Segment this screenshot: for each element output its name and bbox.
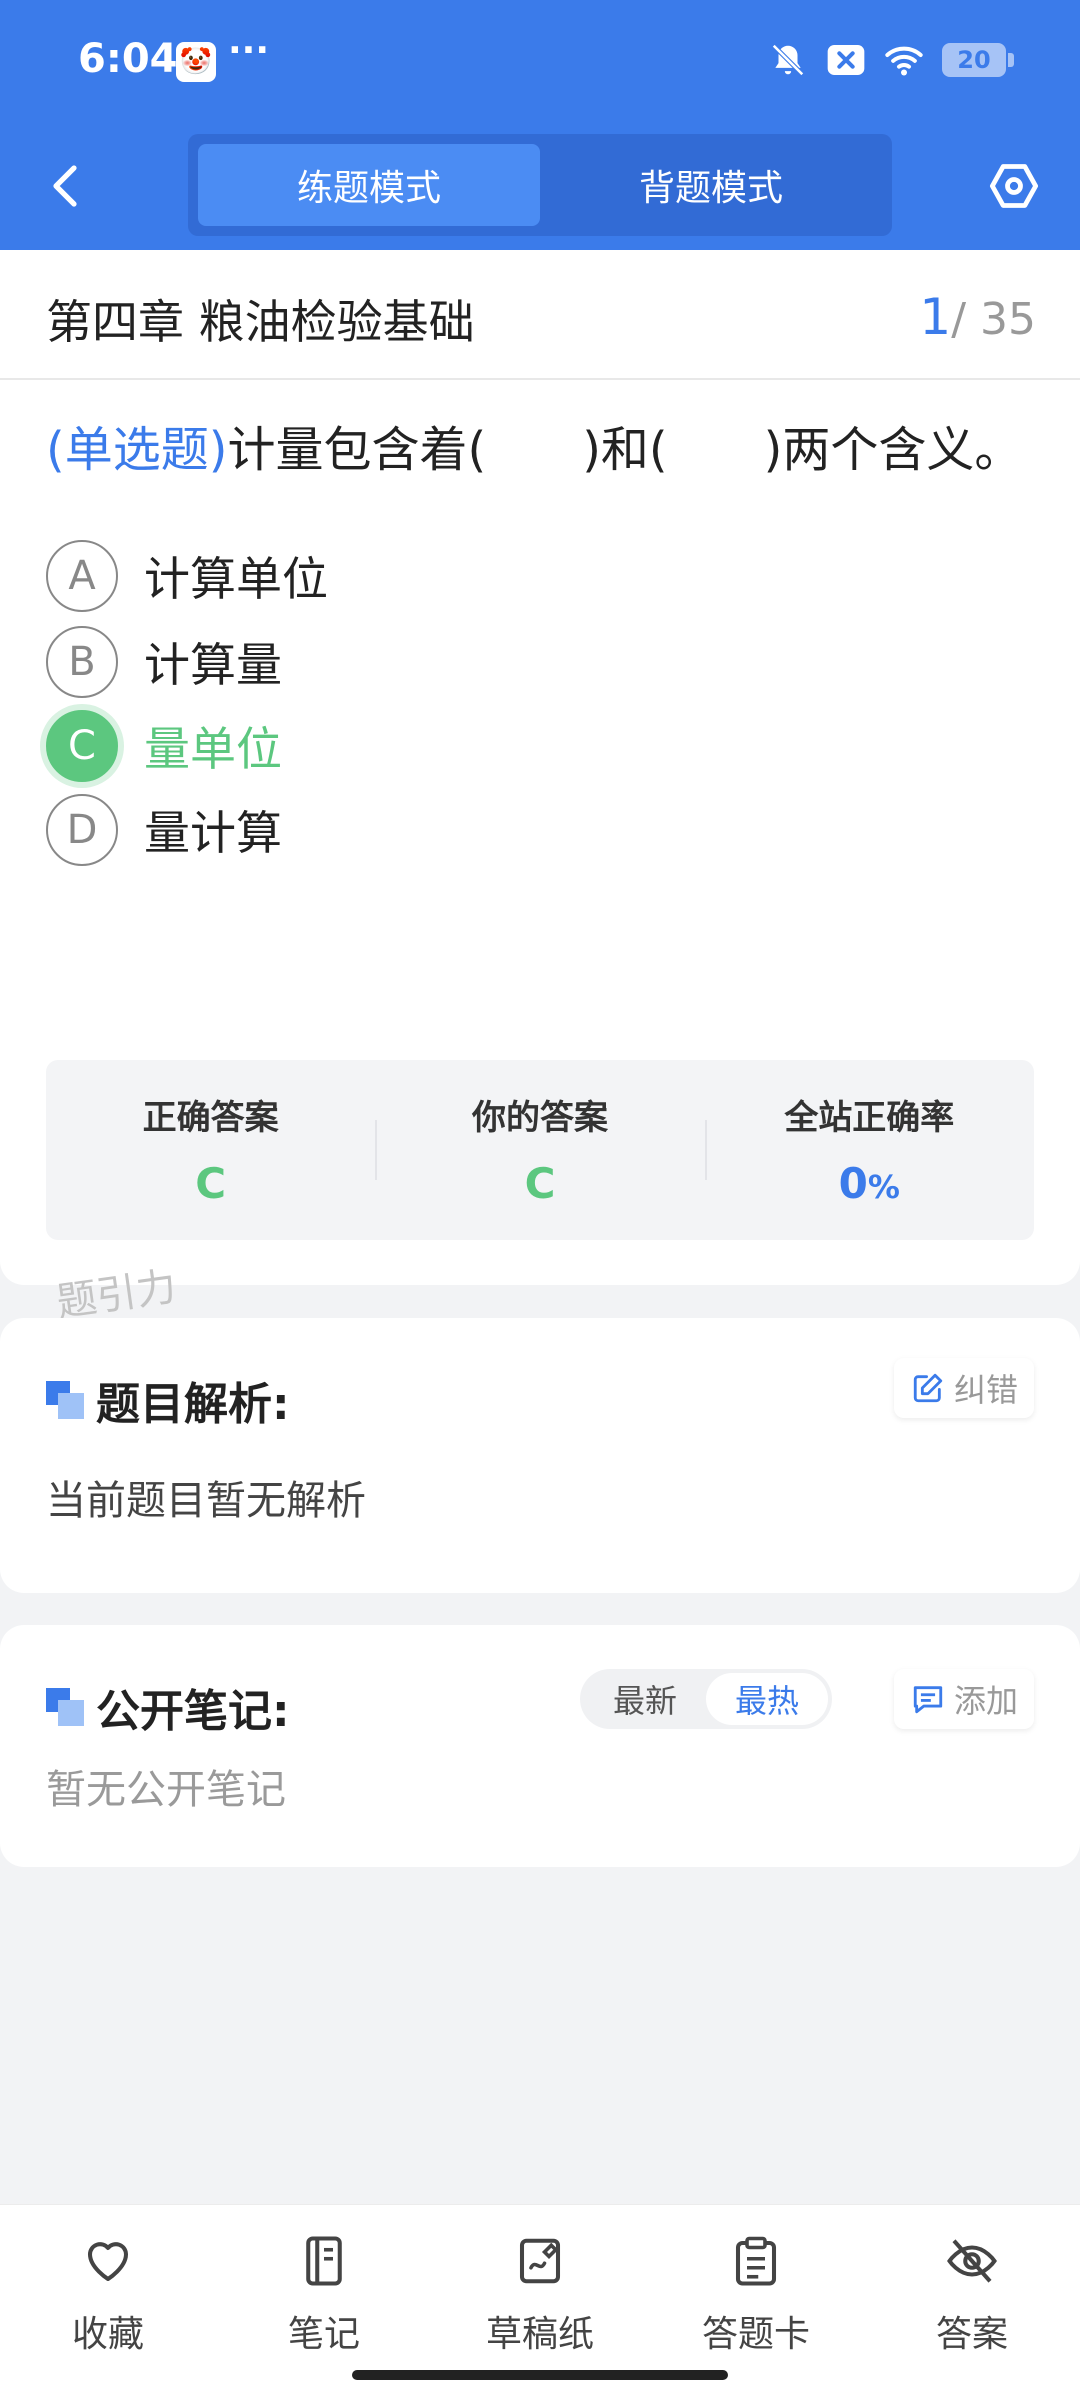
sort-hottest[interactable]: 最热 <box>706 1673 828 1725</box>
battery-icon: 20 <box>942 43 1014 77</box>
nav-bar: 练题模式 背题模式 <box>0 130 1080 240</box>
progress-total: / 35 <box>951 294 1036 345</box>
answer-sheet-label: 答题卡 <box>701 2314 810 2355</box>
chapter-row: 第四章 粮油检验基础 1/ 35 <box>0 250 1080 380</box>
favorite-button[interactable]: 收藏 <box>0 2205 216 2400</box>
tab-memorize-mode[interactable]: 背题模式 <box>540 144 882 226</box>
option-text: 量计算 <box>144 806 282 860</box>
analysis-title-text: 题目解析: <box>96 1379 290 1430</box>
option-letter: D <box>46 794 118 866</box>
notes-card: 公开笔记: 最新 最热 添加 暂无公开笔记 <box>0 1625 1080 1867</box>
site-accuracy-label: 全站正确率 <box>784 1098 955 1138</box>
site-accuracy-unit: % <box>867 1168 900 1206</box>
analysis-title: 题目解析: <box>46 1368 290 1432</box>
mode-switch: 练题模式 背题模式 <box>188 134 892 236</box>
your-answer-label: 你的答案 <box>471 1098 608 1138</box>
chevron-left-icon <box>53 165 77 207</box>
progress-current: 1 <box>919 288 952 346</box>
correct-answer-value: C <box>195 1159 227 1208</box>
status-time: 6:04 <box>78 36 178 82</box>
option-b[interactable]: B 计算量 <box>46 622 1026 702</box>
option-c[interactable]: C 量单位 <box>46 706 1026 786</box>
analysis-card: 题目解析: 纠错 当前题目暂无解析 <box>0 1318 1080 1593</box>
option-letter: C <box>46 710 118 782</box>
add-note-button[interactable]: 添加 <box>893 1669 1034 1729</box>
option-letter: B <box>46 626 118 698</box>
question-card: 第四章 粮油检验基础 1/ 35 (单选题)计量包含着( )和( )两个含义。 … <box>0 250 1080 1285</box>
question-stem: (单选题)计量包含着( )和( )两个含义。 <box>46 410 1022 480</box>
answer-summary: 正确答案 C 你的答案 C 全站正确率 0% <box>46 1060 1034 1240</box>
section-mark-icon <box>46 1381 84 1419</box>
status-bar: 6:04 🤡 ··· 20 <box>0 0 1080 120</box>
site-accuracy-value: 0% <box>839 1159 900 1208</box>
report-error-label: 纠错 <box>953 1371 1018 1409</box>
show-answer-label: 答案 <box>935 2314 1008 2355</box>
notes-title: 公开笔记: <box>46 1675 290 1739</box>
comment-icon <box>910 1681 946 1717</box>
eye-off-icon <box>942 2231 1002 2291</box>
site-accuracy-number: 0 <box>838 1159 868 1208</box>
chapter-title: 第四章 粮油检验基础 <box>46 295 475 349</box>
question-text: 计量包含着( )和( )两个含义。 <box>227 422 1023 478</box>
draft-paper-label: 草稿纸 <box>485 2314 594 2355</box>
site-accuracy: 全站正确率 0% <box>704 1060 1034 1240</box>
notes-empty-text: 暂无公开笔记 <box>46 1767 286 1813</box>
your-answer-value: C <box>524 1159 556 1208</box>
back-button[interactable] <box>40 156 90 216</box>
status-more-icon: ··· <box>228 30 270 71</box>
correct-answer: 正确答案 C <box>46 1060 375 1240</box>
question-type: (单选题) <box>46 422 228 478</box>
sort-latest[interactable]: 最新 <box>584 1673 706 1725</box>
notes-sort-switch: 最新 最热 <box>580 1669 832 1729</box>
show-answer-button[interactable]: 答案 <box>864 2205 1080 2400</box>
sim-off-icon <box>826 40 866 80</box>
heart-icon <box>78 2231 138 2291</box>
wifi-icon <box>884 40 924 80</box>
report-error-button[interactable]: 纠错 <box>893 1358 1034 1418</box>
bell-off-icon <box>768 40 808 80</box>
add-note-label: 添加 <box>953 1682 1018 1720</box>
option-text: 量单位 <box>144 722 282 776</box>
correct-answer-label: 正确答案 <box>142 1098 279 1138</box>
favorite-label: 收藏 <box>71 2314 144 2355</box>
tab-practice-mode[interactable]: 练题模式 <box>198 144 540 226</box>
section-mark-icon <box>46 1688 84 1726</box>
draft-icon <box>510 2231 570 2291</box>
notebook-icon <box>294 2231 354 2291</box>
option-letter: A <box>46 540 118 612</box>
notes-label: 笔记 <box>287 2314 360 2355</box>
settings-hexagon-icon <box>989 164 1039 208</box>
notes-title-text: 公开笔记: <box>96 1686 290 1737</box>
edit-icon <box>910 1370 946 1406</box>
header: 6:04 🤡 ··· 20 练题模式 背题模式 <box>0 0 1080 250</box>
your-answer: 你的答案 C <box>375 1060 704 1240</box>
option-a[interactable]: A 计算单位 <box>46 536 1026 616</box>
question-progress: 1/ 35 <box>919 288 1036 346</box>
clipboard-icon <box>726 2231 786 2291</box>
option-text: 计算量 <box>144 638 282 692</box>
option-d[interactable]: D 量计算 <box>46 790 1026 870</box>
option-text: 计算单位 <box>144 552 328 606</box>
settings-button[interactable] <box>984 156 1044 216</box>
status-icons: 20 <box>768 40 1014 80</box>
app-notification-icon: 🤡 <box>176 42 216 82</box>
analysis-content: 当前题目暂无解析 <box>46 1478 366 1524</box>
home-indicator[interactable] <box>352 2370 728 2380</box>
